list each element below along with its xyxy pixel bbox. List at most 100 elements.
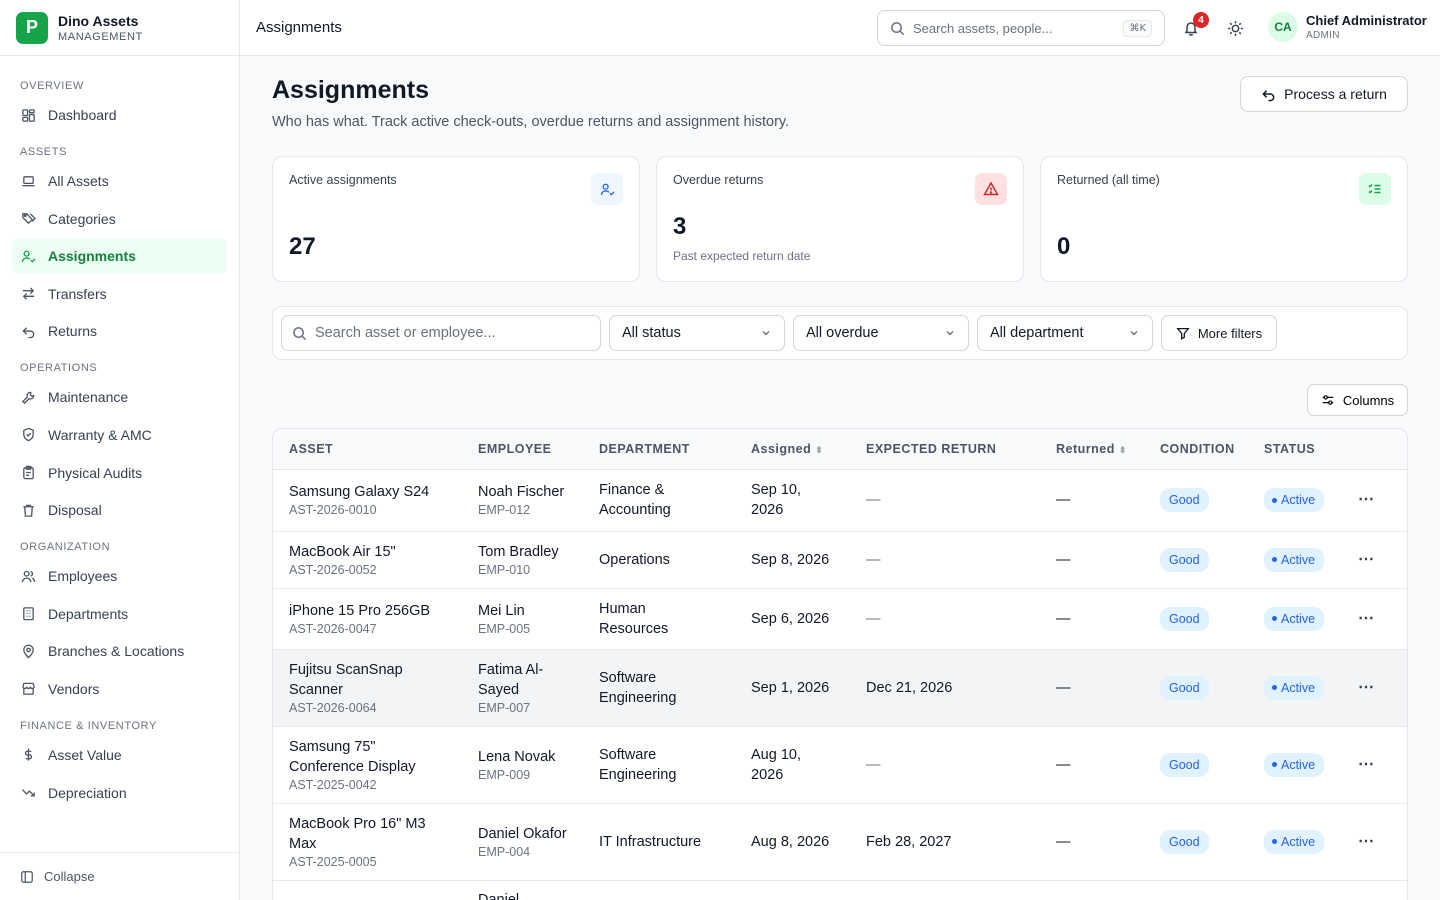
sidebar-item-label: Dashboard <box>48 107 117 123</box>
stat-value: 0 <box>1057 233 1071 260</box>
sliders-icon <box>1321 393 1335 407</box>
more-horizontal-icon[interactable]: ⋯ <box>1358 756 1375 773</box>
more-horizontal-icon[interactable]: ⋯ <box>1358 491 1375 508</box>
sidebar-item-returns[interactable]: Returns <box>12 314 227 348</box>
chevron-down-icon <box>760 327 772 339</box>
trending-down-icon <box>20 785 36 801</box>
table-row[interactable]: Samsung Galaxy S24 AST-2026-0010 Noah Fisc… <box>273 469 1407 532</box>
column-header-assigned[interactable]: Assigned ⬍ <box>735 429 850 470</box>
theme-toggle-button[interactable] <box>1225 18 1245 38</box>
sidebar-item-transfers[interactable]: Transfers <box>12 277 227 311</box>
assigned-cell: Aug 8, 2026 <box>735 803 850 881</box>
sidebar-item-label: Depreciation <box>48 784 127 801</box>
stat-note: Past expected return date <box>673 249 811 263</box>
table-row[interactable]: Daniel <box>273 880 1407 900</box>
sidebar-item-dashboard[interactable]: Dashboard <box>12 98 227 132</box>
sidebar-item-categories[interactable]: Categories <box>12 202 227 236</box>
department-cell: Operations <box>583 531 735 589</box>
brand[interactable]: P Dino Assets MANAGEMENT <box>0 0 239 56</box>
condition-cell: Good <box>1144 649 1248 727</box>
nav-section-title: ASSETS <box>20 146 68 158</box>
employee-cell: Noah Fischer EMP-012 <box>462 469 583 532</box>
map-pin-icon <box>20 643 36 659</box>
sidebar-item-label: Asset Value <box>48 746 122 763</box>
user-name: Chief Administrator <box>1306 13 1427 28</box>
condition-cell: Good <box>1144 588 1248 650</box>
process-return-button[interactable]: Process a return <box>1240 76 1408 112</box>
sidebar-item-departments[interactable]: Departments <box>12 597 227 631</box>
expected-return-cell: — <box>850 588 1040 650</box>
expected-return-cell <box>850 880 1040 900</box>
sidebar-item-maintenance[interactable]: Maintenance <box>12 380 227 414</box>
expected-return-cell: Feb 28, 2027 <box>850 803 1040 881</box>
global-search-placeholder: Search assets, people... <box>913 20 1053 36</box>
assigned-cell: Aug 10, 2026 <box>735 726 850 804</box>
table-row[interactable]: iPhone 15 Pro 256GB AST-2026-0047 Mei Lin E… <box>273 588 1407 650</box>
users-icon <box>20 568 36 584</box>
table-row[interactable]: Fujitsu ScanSnap Scanner AST-2026-0064 Fat… <box>273 649 1407 727</box>
more-horizontal-icon[interactable]: ⋯ <box>1358 833 1375 850</box>
sidebar-item-label: Employees <box>48 568 118 585</box>
sort-icon: ⬍ <box>815 444 824 455</box>
row-actions-cell <box>1342 880 1407 900</box>
more-horizontal-icon[interactable]: ⋯ <box>1358 679 1375 696</box>
row-actions-cell: ⋯ <box>1342 726 1407 804</box>
table-row[interactable]: Samsung 75" Conference Display AST-2025-0… <box>273 726 1407 804</box>
notification-badge: 4 <box>1193 12 1209 28</box>
condition-badge: Good <box>1160 675 1209 700</box>
sidebar-item-warranty-amc[interactable]: Warranty & AMC <box>12 418 227 452</box>
collapse-button[interactable]: Collapse <box>0 852 239 900</box>
department-cell: Software Engineering <box>583 649 735 727</box>
sidebar-item-label: Departments <box>48 605 129 622</box>
wrench-icon <box>20 389 36 405</box>
user-role: ADMIN <box>1306 30 1340 41</box>
sidebar-item-employees[interactable]: Employees <box>12 559 227 593</box>
trash-icon <box>20 502 36 518</box>
page-title: Assignments <box>272 76 429 104</box>
assigned-cell: Sep 1, 2026 <box>735 649 850 727</box>
condition-badge: Good <box>1160 752 1209 777</box>
overdue-filter-select[interactable]: All overdue <box>793 315 969 351</box>
sidebar-item-all-assets[interactable]: All Assets <box>12 164 227 198</box>
sidebar-item-branches-locations[interactable]: Branches & Locations <box>12 634 227 668</box>
status-badge: Active <box>1264 488 1325 512</box>
topbar: Assignments Search assets, people... ⌘K … <box>240 0 1440 56</box>
returned-cell: — <box>1040 803 1144 881</box>
row-actions-cell: ⋯ <box>1342 588 1407 650</box>
employee-cell: Fatima Al-Sayed EMP-007 <box>462 649 583 727</box>
status-cell <box>1248 880 1342 900</box>
more-filters-button[interactable]: More filters <box>1161 315 1277 351</box>
table-row[interactable]: MacBook Air 15" AST-2026-0052 Tom Bradley E… <box>273 531 1407 589</box>
stat-cards: Active assignments 27 Overdue returns 3 Past… <box>272 156 1408 282</box>
sidebar-item-label: Warranty & AMC <box>48 426 152 443</box>
more-horizontal-icon[interactable]: ⋯ <box>1358 610 1375 627</box>
user-menu[interactable]: CA Chief Administrator ADMIN <box>1268 12 1427 42</box>
expected-return-cell: Dec 21, 2026 <box>850 649 1040 727</box>
assigned-cell <box>735 880 850 900</box>
user-check-icon <box>591 173 623 205</box>
sidebar-item-physical-audits[interactable]: Physical Audits <box>12 456 227 490</box>
columns-button[interactable]: Columns <box>1307 384 1408 416</box>
table-row[interactable]: MacBook Pro 16" M3 Max AST-2025-0005 Danie… <box>273 803 1407 881</box>
sidebar-item-label: Physical Audits <box>48 464 143 481</box>
status-filter-select[interactable]: All status <box>609 315 785 351</box>
more-horizontal-icon[interactable]: ⋯ <box>1358 551 1375 568</box>
global-search-input[interactable]: Search assets, people... ⌘K <box>877 10 1165 46</box>
column-header-returned[interactable]: Returned ⬍ <box>1040 429 1144 470</box>
sidebar-item-disposal[interactable]: Disposal <box>12 493 227 527</box>
notifications-button[interactable]: 4 <box>1181 12 1209 38</box>
table-search-input[interactable]: Search asset or employee... <box>281 315 601 351</box>
sidebar-item-label: Assignments <box>48 248 136 265</box>
sidebar-item-asset-value[interactable]: Asset Value <box>12 738 227 772</box>
search-icon <box>292 326 307 341</box>
sidebar-item-assignments[interactable]: Assignments <box>12 239 227 274</box>
department-cell <box>583 880 735 900</box>
more-filters-label: More filters <box>1197 325 1263 341</box>
status-cell: Active <box>1248 803 1342 881</box>
sidebar-item-depreciation[interactable]: Depreciation <box>12 776 227 810</box>
sidebar-item-vendors[interactable]: Vendors <box>12 672 227 706</box>
table-header: ASSET EMPLOYEE DEPARTMENT Assigned ⬍ EXPECTED… <box>273 429 1407 470</box>
department-filter-select[interactable]: All department <box>977 315 1153 351</box>
row-actions-cell: ⋯ <box>1342 649 1407 727</box>
status-badge: Active <box>1264 606 1325 631</box>
